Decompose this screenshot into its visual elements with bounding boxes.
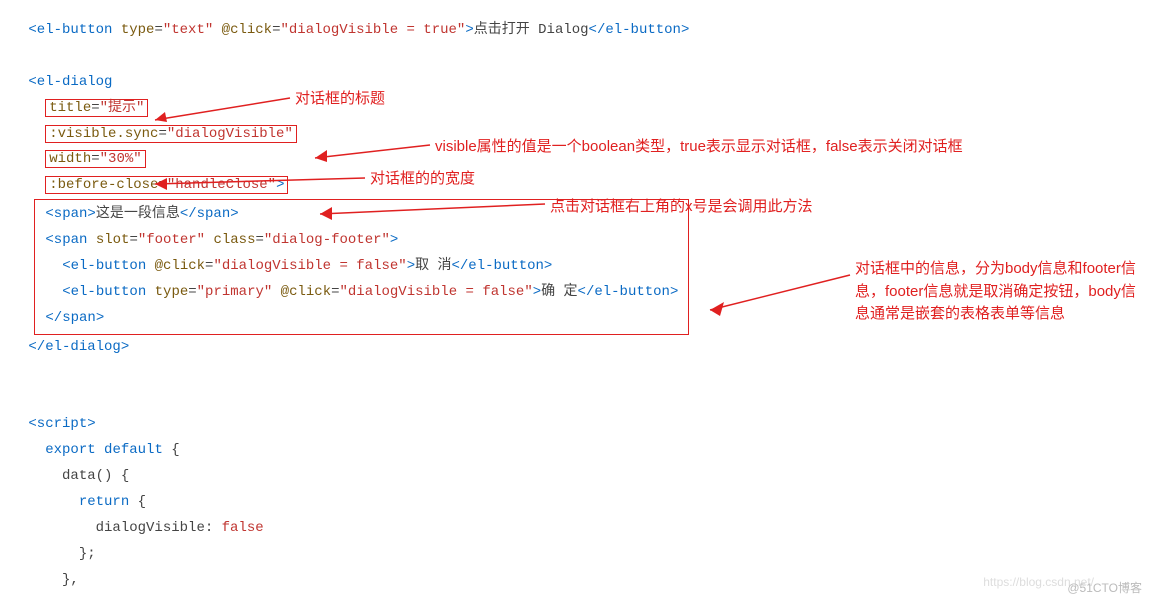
code-line: }, — [20, 568, 1144, 594]
code-line: dialogVisible: false — [20, 516, 1144, 542]
code-line: return { — [20, 490, 1144, 516]
dialog-body-box: <span>这是一段信息</span> <span slot="footer" … — [34, 199, 689, 334]
annotation-visible: visible属性的值是一个boolean类型，true表示显示对话框，fals… — [435, 136, 963, 159]
annotation-body: 对话框中的信息，分为body信息和footer信息，footer信息就是取消确定… — [855, 258, 1145, 326]
code-line: </el-dialog> — [20, 335, 1144, 361]
tag: <el-button — [28, 22, 112, 38]
code-line: <el-button type="text" @click="dialogVis… — [20, 18, 1144, 44]
code-line: <el-button @click="dialogVisible = false… — [37, 254, 678, 280]
visible-attr-box: :visible.sync="dialogVisible" — [45, 125, 297, 143]
code-block: <el-button type="text" @click="dialogVis… — [20, 10, 1144, 594]
code-line: </span> — [37, 306, 678, 332]
code-line: <el-button type="primary" @click="dialog… — [37, 280, 678, 306]
code-line: <script> — [20, 412, 1144, 438]
code-line: <el-dialog — [20, 70, 1144, 96]
value: "text" — [163, 22, 213, 38]
code-line: }; — [20, 542, 1144, 568]
code-line: title="提示" — [20, 96, 1144, 122]
code-line: data() { — [20, 464, 1144, 490]
title-attr-box: title="提示" — [45, 99, 148, 117]
annotation-before-close: 点击对话框右上角的x号是会调用此方法 — [550, 196, 813, 219]
annotation-width: 对话框的的宽度 — [370, 168, 475, 191]
watermark-51cto: @51CTO博客 — [1067, 577, 1142, 599]
code-line: <span slot="footer" class="dialog-footer… — [37, 228, 678, 254]
width-attr-box: width="30%" — [45, 150, 145, 168]
code-line: export default { — [20, 438, 1144, 464]
before-close-attr-box: :before-close="handleClose"> — [45, 176, 288, 194]
annotation-title: 对话框的标题 — [295, 88, 385, 111]
attr: type — [112, 22, 154, 38]
